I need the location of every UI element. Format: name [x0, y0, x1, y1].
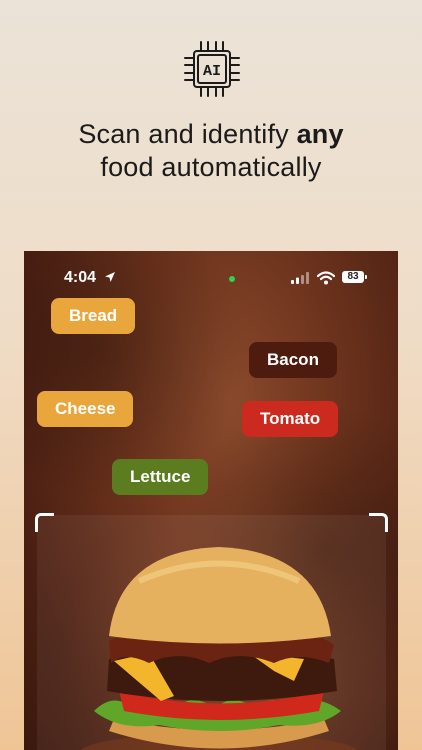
tag-lettuce: Lettuce	[112, 459, 209, 495]
headline-line1-prefix: Scan and identify	[78, 119, 297, 149]
tag-bacon: Bacon	[249, 342, 337, 378]
battery-icon: 83	[342, 271, 364, 283]
scan-corner-top-right	[369, 513, 388, 532]
tag-bread: Bread	[51, 298, 136, 334]
signal-icon	[291, 272, 309, 284]
battery-cap	[365, 275, 367, 279]
tag-tomato: Tomato	[242, 401, 339, 437]
camera-indicator-dot	[229, 276, 235, 282]
headline-line2: food automatically	[100, 152, 322, 182]
status-time: 4:04	[64, 269, 97, 286]
headline-line1-bold: any	[296, 119, 344, 149]
headline: Scan and identify any food automatically	[0, 118, 422, 184]
ai-chip-icon: AI	[184, 41, 240, 97]
burger-image	[80, 547, 358, 750]
tag-cheese: Cheese	[37, 391, 134, 427]
wifi-icon	[317, 271, 335, 285]
location-arrow-icon	[105, 272, 115, 282]
scan-corner-top-left	[35, 513, 54, 532]
status-bar: 4:04 83	[24, 267, 398, 289]
chip-label: AI	[203, 63, 221, 80]
